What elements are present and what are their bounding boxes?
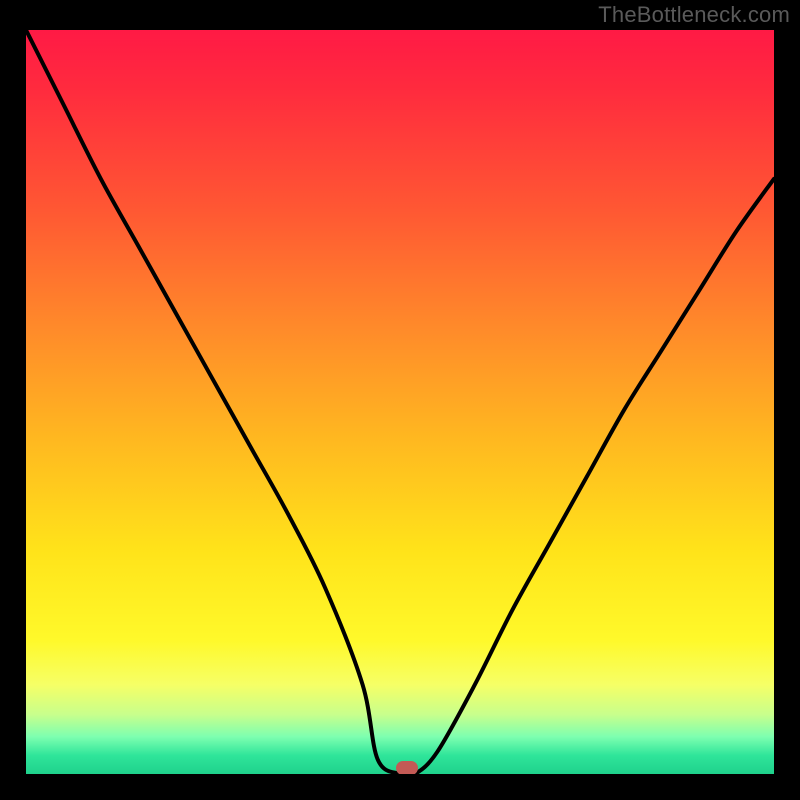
bottleneck-curve (26, 30, 774, 774)
attribution-text: TheBottleneck.com (598, 2, 790, 28)
plot-area (26, 30, 774, 774)
optimum-marker (396, 761, 418, 774)
chart-frame: TheBottleneck.com (0, 0, 800, 800)
